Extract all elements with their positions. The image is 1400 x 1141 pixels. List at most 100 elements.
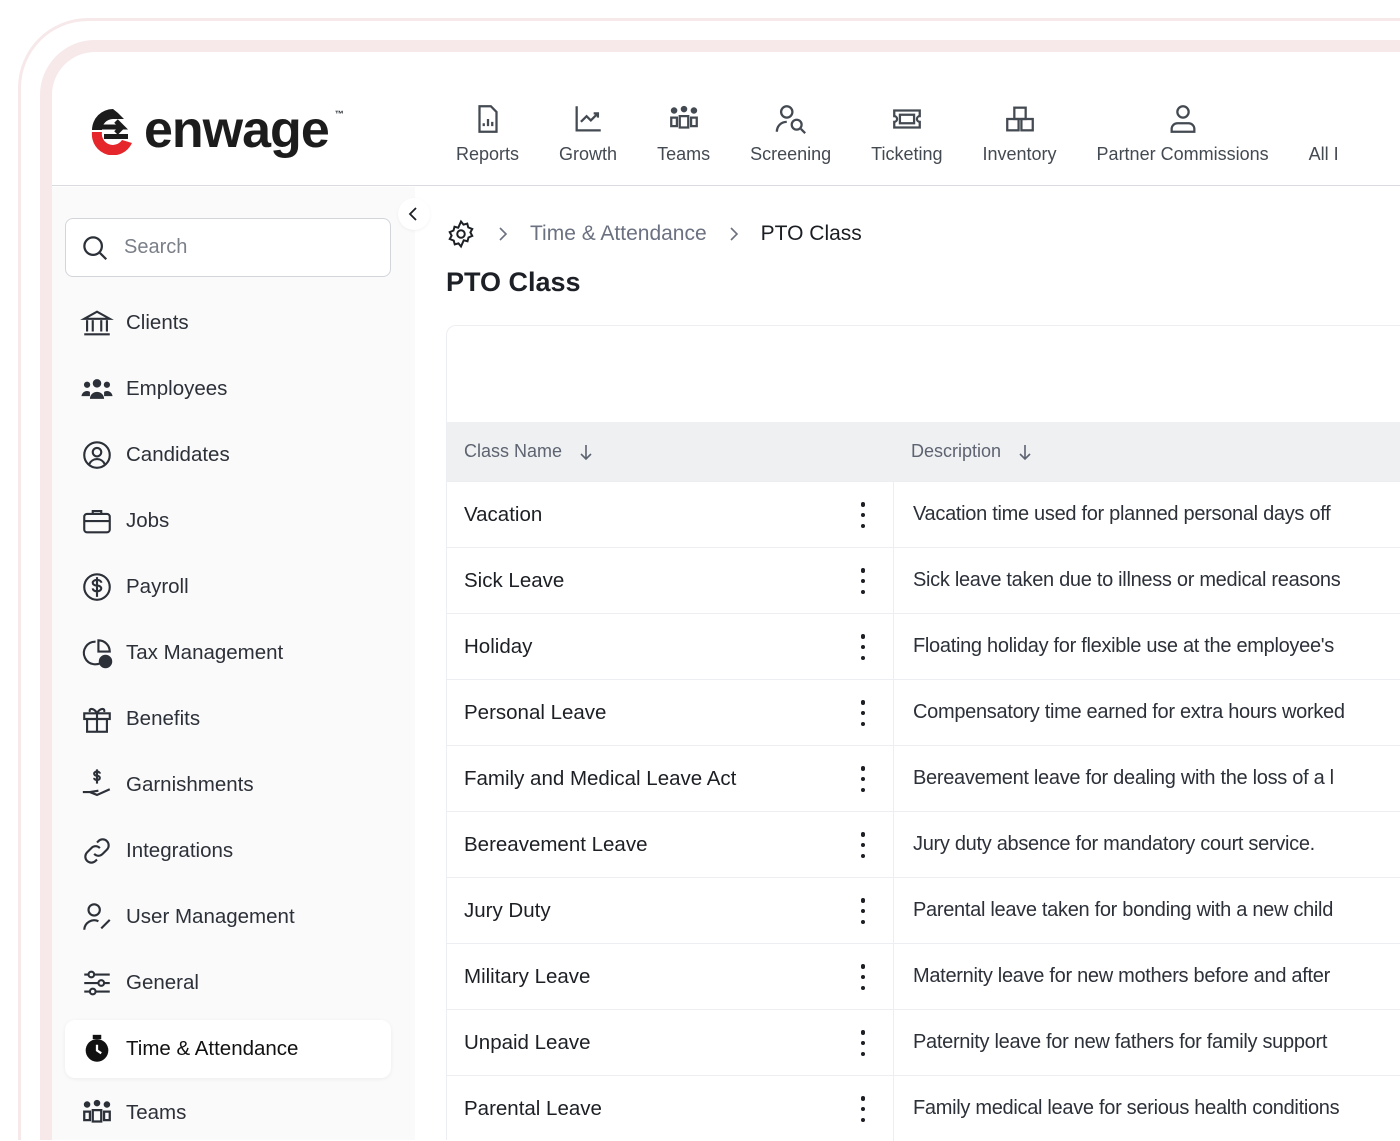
employees-icon bbox=[80, 372, 114, 406]
class-name-cell: Parental Leave bbox=[447, 1076, 894, 1141]
search-placeholder: Search bbox=[124, 236, 187, 259]
row-actions-kebab-icon[interactable] bbox=[857, 1096, 869, 1122]
partner-icon bbox=[1166, 102, 1200, 136]
breadcrumb-parent-link[interactable]: Time & Attendance bbox=[530, 222, 707, 246]
nav-growth[interactable]: Growth bbox=[539, 102, 637, 165]
sidebar-label: Clients bbox=[126, 311, 189, 335]
table-row[interactable]: Military LeaveMaternity leave for new mo… bbox=[447, 943, 1400, 1009]
description-cell: Floating holiday for flexible use at the… bbox=[894, 635, 1334, 658]
table-row[interactable]: Personal Leave Compensatory time earned f… bbox=[447, 679, 1400, 745]
class-name-cell: Family and Medical Leave Act bbox=[447, 746, 894, 811]
sidebar-item-user-management[interactable]: User Management bbox=[65, 888, 391, 946]
row-actions-kebab-icon[interactable] bbox=[857, 832, 869, 858]
sidebar-item-jobs[interactable]: Jobs bbox=[65, 492, 391, 550]
class-name-cell: Military Leave bbox=[447, 944, 894, 1009]
sidebar-label: Payroll bbox=[126, 575, 189, 599]
sidebar-item-employees[interactable]: Employees bbox=[65, 360, 391, 418]
table-row[interactable]: Unpaid Leave Paternity leave for new fath… bbox=[447, 1009, 1400, 1075]
nav-label: All I bbox=[1309, 144, 1339, 165]
app-window: enwage™ Reports Growth Teams Screening T… bbox=[52, 52, 1400, 1140]
class-name-cell: Personal Leave bbox=[447, 680, 894, 745]
gear-icon[interactable] bbox=[446, 219, 476, 249]
sidebar-item-time-attendance[interactable]: Time & Attendance bbox=[65, 1020, 391, 1078]
nav-label: Ticketing bbox=[871, 144, 942, 165]
class-name-cell: Bereavement Leave bbox=[447, 812, 894, 877]
nav-label: Reports bbox=[456, 144, 519, 165]
search-icon bbox=[80, 233, 110, 263]
description-cell: Vacation time used for planned personal … bbox=[894, 503, 1330, 526]
hand-money-icon bbox=[80, 768, 114, 802]
nav-ticketing[interactable]: Ticketing bbox=[851, 102, 962, 165]
table-header: Class Name Description bbox=[447, 422, 1400, 481]
sidebar-item-general[interactable]: General bbox=[65, 954, 391, 1012]
sidebar-item-payroll[interactable]: Payroll bbox=[65, 558, 391, 616]
sidebar-item-garnishments[interactable]: Garnishments bbox=[65, 756, 391, 814]
row-actions-kebab-icon[interactable] bbox=[857, 766, 869, 792]
table-row[interactable]: Jury DutyParental leave taken for bondin… bbox=[447, 877, 1400, 943]
sidebar-item-clients[interactable]: Clients bbox=[65, 294, 391, 352]
nav-reports[interactable]: Reports bbox=[436, 102, 539, 165]
table-row[interactable]: Family and Medical Leave ActBereavement … bbox=[447, 745, 1400, 811]
screening-icon bbox=[774, 102, 808, 136]
description-cell: Family medical leave for serious health … bbox=[894, 1097, 1339, 1120]
column-header-class-name[interactable]: Class Name bbox=[447, 441, 894, 462]
sidebar-item-integrations[interactable]: Integrations bbox=[65, 822, 391, 880]
sidebar-item-candidates[interactable]: Candidates bbox=[65, 426, 391, 484]
row-actions-kebab-icon[interactable] bbox=[857, 964, 869, 990]
description-cell: Sick leave taken due to illness or medic… bbox=[894, 569, 1340, 592]
row-actions-kebab-icon[interactable] bbox=[857, 700, 869, 726]
sidebar-item-teams[interactable]: Teams bbox=[65, 1086, 391, 1140]
enwage-logo[interactable]: enwage™ bbox=[88, 100, 344, 160]
table-row[interactable]: Sick LeaveSick leave taken due to illnes… bbox=[447, 547, 1400, 613]
sidebar-label: Benefits bbox=[126, 707, 200, 731]
class-name-cell: Unpaid Leave bbox=[447, 1010, 894, 1075]
chevron-right-icon bbox=[496, 227, 510, 241]
link-icon bbox=[80, 834, 114, 868]
chevron-left-icon bbox=[406, 206, 422, 222]
collapse-sidebar-button[interactable] bbox=[398, 198, 430, 230]
row-actions-kebab-icon[interactable] bbox=[857, 502, 869, 528]
growth-chart-icon bbox=[571, 102, 605, 136]
column-header-description[interactable]: Description bbox=[894, 441, 1033, 462]
trademark: ™ bbox=[335, 109, 344, 119]
gift-icon bbox=[80, 702, 114, 736]
class-name: Unpaid Leave bbox=[464, 1031, 591, 1055]
pto-class-table: Class Name Description VacationVacation … bbox=[446, 325, 1400, 1140]
row-actions-kebab-icon[interactable] bbox=[857, 1030, 869, 1056]
class-name: Bereavement Leave bbox=[464, 833, 647, 857]
row-actions-kebab-icon[interactable] bbox=[857, 568, 869, 594]
sidebar-label: Employees bbox=[126, 377, 227, 401]
breadcrumb: Time & Attendance PTO Class bbox=[446, 219, 862, 249]
sidebar-item-benefits[interactable]: Benefits bbox=[65, 690, 391, 748]
description-cell: Compensatory time earned for extra hours… bbox=[894, 701, 1345, 724]
teams-icon bbox=[80, 1096, 114, 1130]
class-name-cell: Holiday bbox=[447, 614, 894, 679]
nav-teams[interactable]: Teams bbox=[637, 102, 730, 165]
page-title: PTO Class bbox=[446, 267, 581, 298]
sidebar-item-tax-management[interactable]: Tax Management bbox=[65, 624, 391, 682]
table-row[interactable]: Parental LeaveFamily medical leave for s… bbox=[447, 1075, 1400, 1141]
briefcase-icon bbox=[80, 504, 114, 538]
class-name: Military Leave bbox=[464, 965, 590, 989]
top-nav: Reports Growth Teams Screening Ticketing… bbox=[436, 102, 1339, 165]
class-name: Personal Leave bbox=[464, 701, 606, 725]
search-input[interactable]: Search bbox=[65, 218, 391, 277]
table-row[interactable]: VacationVacation time used for planned p… bbox=[447, 481, 1400, 547]
row-actions-kebab-icon[interactable] bbox=[857, 634, 869, 660]
description-cell: Paternity leave for new fathers for fami… bbox=[894, 1031, 1327, 1054]
nav-inventory[interactable]: Inventory bbox=[963, 102, 1077, 165]
sidebar-label: Garnishments bbox=[126, 773, 254, 797]
sidebar-label: Teams bbox=[126, 1101, 186, 1125]
class-name-cell: Vacation bbox=[447, 482, 894, 547]
nav-partner-commissions[interactable]: Partner Commissions bbox=[1077, 102, 1289, 165]
nav-screening[interactable]: Screening bbox=[730, 102, 851, 165]
class-name: Jury Duty bbox=[464, 899, 551, 923]
table-row[interactable]: Bereavement LeaveJury duty absence for m… bbox=[447, 811, 1400, 877]
report-file-icon bbox=[471, 102, 505, 136]
class-name: Family and Medical Leave Act bbox=[464, 767, 736, 791]
table-row[interactable]: HolidayFloating holiday for flexible use… bbox=[447, 613, 1400, 679]
sidebar-label: Integrations bbox=[126, 839, 233, 863]
bank-icon bbox=[80, 306, 114, 340]
nav-all[interactable]: All I bbox=[1289, 102, 1339, 165]
row-actions-kebab-icon[interactable] bbox=[857, 898, 869, 924]
